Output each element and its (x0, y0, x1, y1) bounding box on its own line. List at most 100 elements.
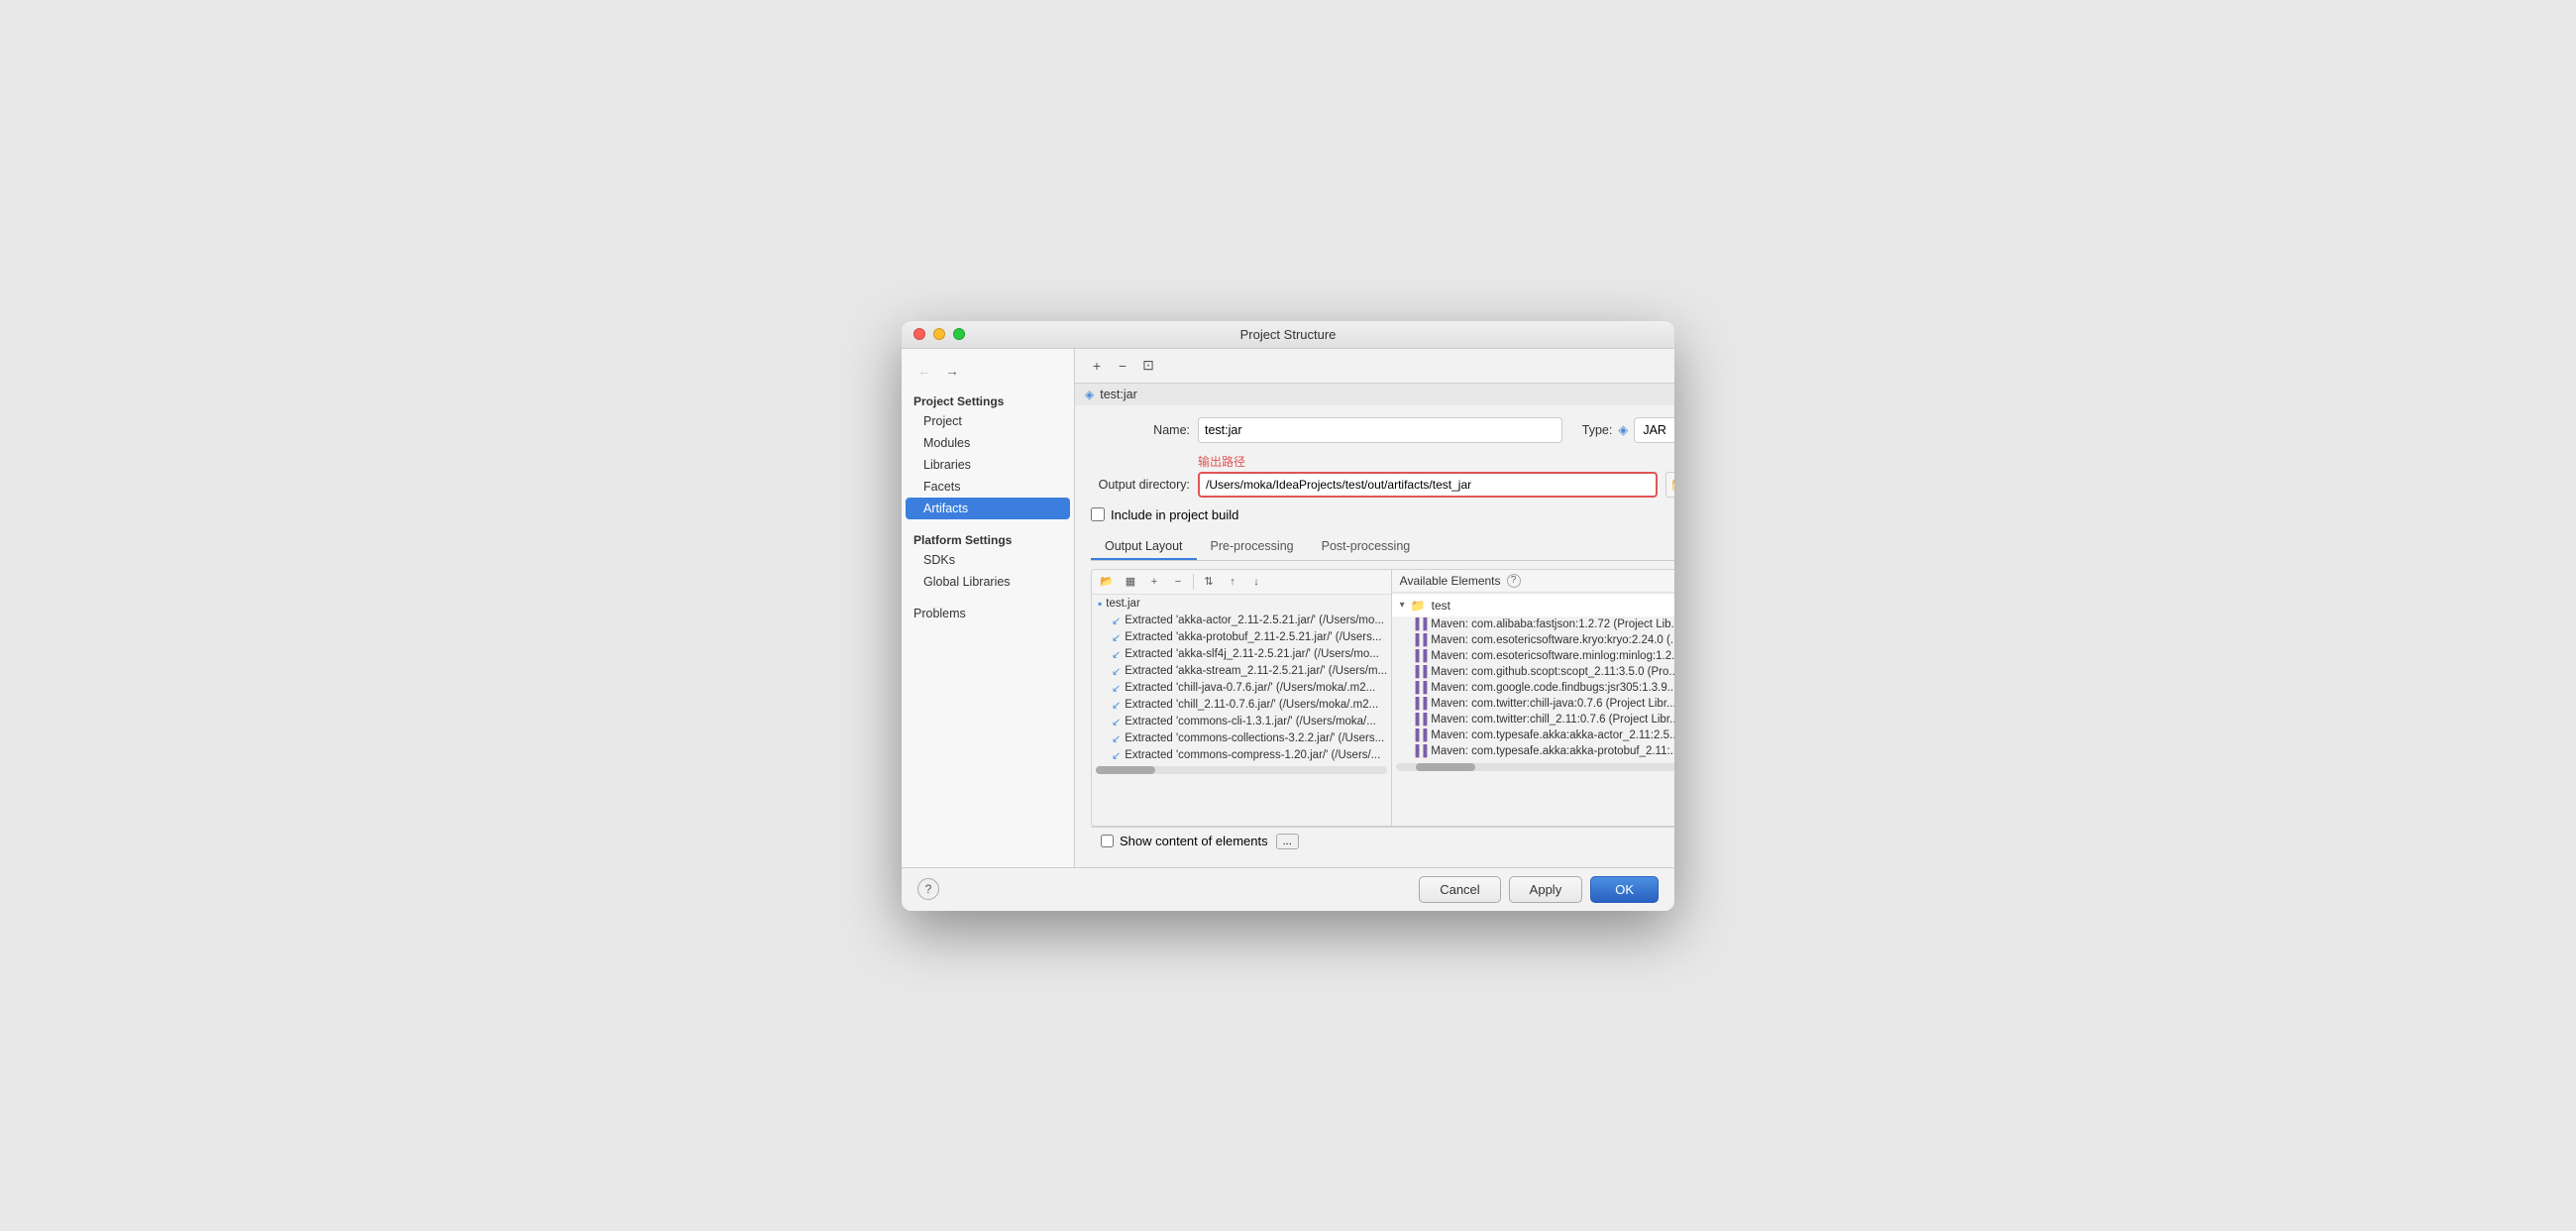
right-item-3[interactable]: ▐▐ Maven: com.github.scopt:scopt_2.11:3.… (1392, 664, 1674, 680)
sidebar-item-project[interactable]: Project (902, 410, 1074, 432)
available-elements-label: Available Elements (1400, 574, 1501, 588)
add-artifact-button[interactable]: + (1085, 355, 1109, 377)
include-checkbox-row: Include in project build (1091, 507, 1674, 522)
tree-lib-icon-8: ↙ (1112, 749, 1121, 762)
forward-arrow[interactable]: → (941, 361, 963, 381)
show-content-checkbox[interactable] (1101, 835, 1114, 847)
output-dir-input[interactable]: /Users/moka/IdeaProjects/test/out/artifa… (1198, 472, 1658, 498)
right-item-8[interactable]: ▐▐ Maven: com.typesafe.akka:akka-protobu… (1392, 743, 1674, 759)
left-pane-separator (1193, 574, 1194, 590)
browse-folder-button[interactable]: 📁 (1665, 472, 1674, 498)
left-pane-folder-btn[interactable]: 📂 (1096, 572, 1118, 592)
sidebar-item-problems[interactable]: Problems (902, 601, 1074, 624)
right-item-label-1: Maven: com.esotericsoftware.kryo:kryo:2.… (1431, 634, 1674, 646)
left-pane-remove-btn[interactable]: − (1167, 572, 1189, 592)
sidebar-item-facets[interactable]: Facets (902, 476, 1074, 498)
tree-item-label-5: Extracted 'chill_2.11-0.7.6.jar/' (/User… (1125, 699, 1378, 711)
maximize-button[interactable] (953, 328, 965, 340)
tree-lib-icon-0: ↙ (1112, 615, 1121, 627)
tree-item-1[interactable]: ↙ Extracted 'akka-protobuf_2.11-2.5.21.j… (1092, 629, 1391, 646)
detail-tabs: Output Layout Pre-processing Post-proces… (1091, 534, 1674, 561)
tree-lib-icon-6: ↙ (1112, 716, 1121, 728)
right-pane-folder-icon: 📁 (1411, 599, 1426, 613)
right-item-6[interactable]: ▐▐ Maven: com.twitter:chill_2.11:0.7.6 (… (1392, 712, 1674, 727)
left-pane-down-btn[interactable]: ↓ (1245, 572, 1267, 592)
maven-icon-8: ▐▐ (1412, 745, 1428, 757)
window-footer: ? Cancel Apply OK (902, 867, 1674, 911)
available-elements-help-icon[interactable]: ? (1507, 574, 1521, 588)
help-button[interactable]: ? (917, 878, 939, 900)
left-pane: 📂 ▦ + − ⇅ ↑ ↓ ▪ test.jar (1092, 570, 1392, 826)
right-item-2[interactable]: ▐▐ Maven: com.esotericsoftware.minlog:mi… (1392, 648, 1674, 664)
annotation-label: 输出路径 (1198, 455, 1245, 469)
right-item-0[interactable]: ▐▐ Maven: com.alibaba:fastjson:1.2.72 (P… (1392, 616, 1674, 632)
tree-item-4[interactable]: ↙ Extracted 'chill-java-0.7.6.jar/' (/Us… (1092, 680, 1391, 697)
left-pane-grid-btn[interactable]: ▦ (1120, 572, 1141, 592)
maven-icon-1: ▐▐ (1412, 634, 1428, 646)
right-item-label-7: Maven: com.typesafe.akka:akka-actor_2.11… (1431, 729, 1674, 741)
tab-output-layout[interactable]: Output Layout (1091, 534, 1197, 560)
include-checkbox[interactable] (1091, 507, 1105, 521)
artifacts-toolbar: + − ⊡ (1075, 349, 1674, 384)
back-arrow[interactable]: ← (913, 361, 935, 381)
tree-jar-icon: ▪ (1098, 597, 1102, 611)
ok-button[interactable]: OK (1590, 876, 1659, 903)
maven-icon-2: ▐▐ (1412, 650, 1428, 662)
sidebar-item-modules[interactable]: Modules (902, 432, 1074, 454)
copy-artifact-button[interactable]: ⊡ (1136, 355, 1160, 377)
tree-item-5[interactable]: ↙ Extracted 'chill_2.11-0.7.6.jar/' (/Us… (1092, 697, 1391, 714)
sidebar-item-artifacts[interactable]: Artifacts (906, 498, 1070, 519)
tree-item-3[interactable]: ↙ Extracted 'akka-stream_2.11-2.5.21.jar… (1092, 663, 1391, 680)
tree-item-label-2: Extracted 'akka-slf4j_2.11-2.5.21.jar/' … (1125, 648, 1379, 660)
tree-item-2[interactable]: ↙ Extracted 'akka-slf4j_2.11-2.5.21.jar/… (1092, 646, 1391, 663)
tree-lib-icon-2: ↙ (1112, 648, 1121, 661)
tab-pre-processing[interactable]: Pre-processing (1197, 534, 1308, 560)
maven-icon-4: ▐▐ (1412, 682, 1428, 694)
right-item-4[interactable]: ▐▐ Maven: com.google.code.findbugs:jsr30… (1392, 680, 1674, 696)
minimize-button[interactable] (933, 328, 945, 340)
tree-item-7[interactable]: ↙ Extracted 'commons-collections-3.2.2.j… (1092, 730, 1391, 747)
cancel-button[interactable]: Cancel (1419, 876, 1500, 903)
sidebar-item-libraries[interactable]: Libraries (902, 454, 1074, 476)
right-item-1[interactable]: ▐▐ Maven: com.esotericsoftware.kryo:kryo… (1392, 632, 1674, 648)
expand-icon: ▾ (1400, 600, 1405, 611)
right-item-5[interactable]: ▐▐ Maven: com.twitter:chill-java:0.7.6 (… (1392, 696, 1674, 712)
right-item-label-5: Maven: com.twitter:chill-java:0.7.6 (Pro… (1431, 698, 1674, 710)
right-item-7[interactable]: ▐▐ Maven: com.typesafe.akka:akka-actor_2… (1392, 727, 1674, 743)
left-pane-add-btn[interactable]: + (1143, 572, 1165, 592)
name-input[interactable]: test:jar (1198, 417, 1562, 443)
show-content-row: Show content of elements (1101, 834, 1268, 848)
right-pane-root-item[interactable]: ▾ 📁 test (1392, 595, 1674, 616)
tree-item-label-3: Extracted 'akka-stream_2.11-2.5.21.jar/'… (1125, 665, 1387, 677)
tree-item-6[interactable]: ↙ Extracted 'commons-cli-1.3.1.jar/' (/U… (1092, 714, 1391, 730)
close-button[interactable] (913, 328, 925, 340)
tab-post-processing[interactable]: Post-processing (1308, 534, 1425, 560)
apply-button[interactable]: Apply (1509, 876, 1583, 903)
sidebar-item-sdks[interactable]: SDKs (902, 549, 1074, 571)
window-body: ← → Project Settings Project Modules Lib… (902, 349, 1674, 867)
ellipsis-button[interactable]: ... (1276, 834, 1299, 849)
name-label: Name: (1091, 423, 1190, 437)
type-label: Type: (1582, 423, 1613, 437)
show-content-label[interactable]: Show content of elements (1120, 834, 1268, 848)
remove-artifact-button[interactable]: − (1111, 355, 1134, 377)
tree-root-label: test.jar (1106, 598, 1140, 610)
artifact-list-item[interactable]: ◈ test:jar (1075, 384, 1674, 405)
left-pane-sort-btn[interactable]: ⇅ (1198, 572, 1220, 592)
left-pane-scrollbar[interactable] (1096, 766, 1387, 774)
include-label[interactable]: Include in project build (1111, 507, 1238, 522)
left-pane-toolbar: 📂 ▦ + − ⇅ ↑ ↓ (1092, 570, 1391, 595)
sidebar-item-global-libraries[interactable]: Global Libraries (902, 571, 1074, 593)
right-pane-scrollbar[interactable] (1396, 763, 1674, 771)
tree-item-label-1: Extracted 'akka-protobuf_2.11-2.5.21.jar… (1125, 631, 1381, 643)
maven-icon-0: ▐▐ (1412, 618, 1428, 630)
tree-item-label-0: Extracted 'akka-actor_2.11-2.5.21.jar/' … (1125, 615, 1384, 626)
tree-lib-icon-5: ↙ (1112, 699, 1121, 712)
type-select[interactable]: JAR (1634, 417, 1674, 443)
maven-icon-7: ▐▐ (1412, 729, 1428, 741)
tree-item-8[interactable]: ↙ Extracted 'commons-compress-1.20.jar/'… (1092, 747, 1391, 764)
left-pane-up-btn[interactable]: ↑ (1222, 572, 1243, 592)
tree-item-root[interactable]: ▪ test.jar (1092, 595, 1391, 613)
tree-item-label-6: Extracted 'commons-cli-1.3.1.jar/' (/Use… (1125, 716, 1376, 727)
tree-item-0[interactable]: ↙ Extracted 'akka-actor_2.11-2.5.21.jar/… (1092, 613, 1391, 629)
